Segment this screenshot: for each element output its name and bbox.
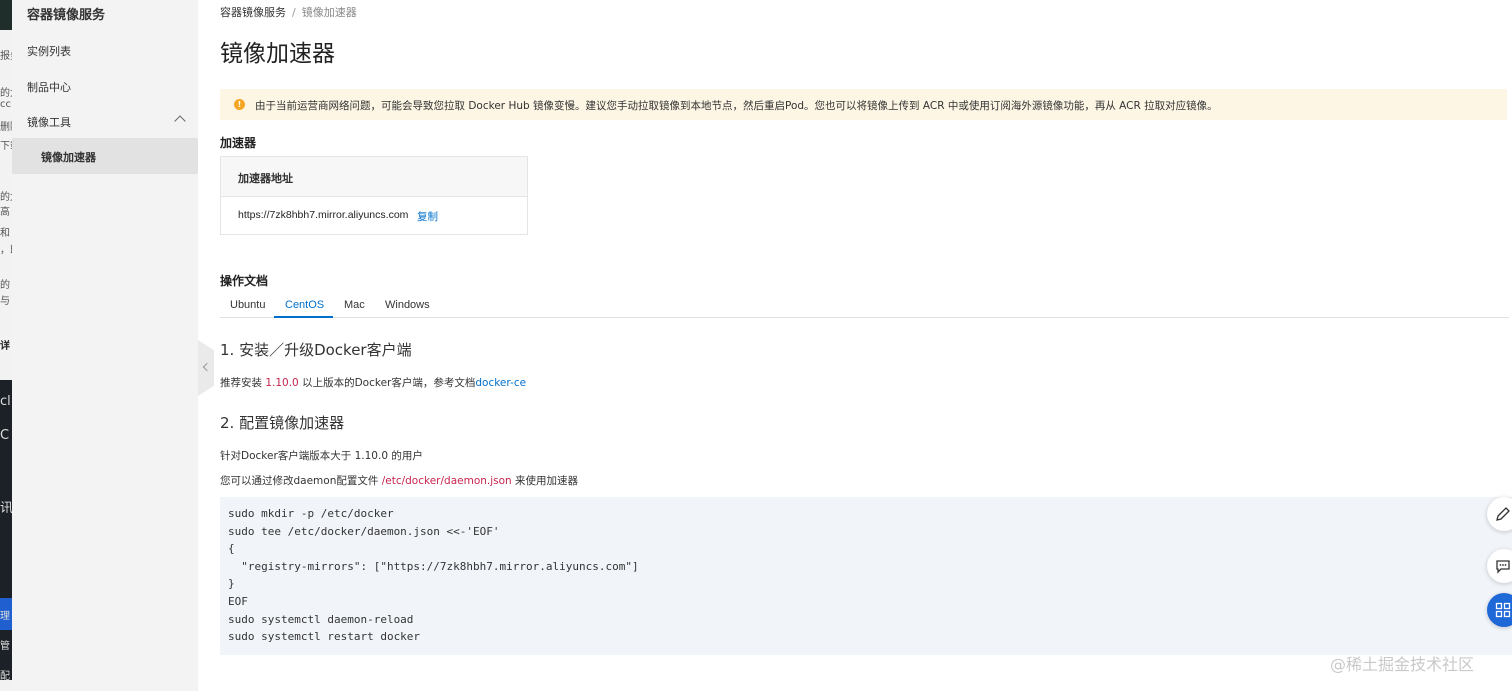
- sidebar-item-label: 镜像加速器: [41, 151, 96, 164]
- edge-fragment: 讯: [0, 501, 12, 516]
- code-line: sudo tee /etc/docker/daemon.json <<-'EOF…: [228, 525, 500, 538]
- edge-fragment: 与: [0, 296, 10, 307]
- warning-icon: !: [234, 99, 245, 110]
- accelerator-section-title: 加速器: [220, 136, 257, 150]
- step2-line2: 您可以通过修改daemon配置文件 /etc/docker/daemon.jso…: [220, 473, 578, 488]
- code-line: sudo mkdir -p /etc/docker: [228, 507, 394, 520]
- edge-fragment: 管: [0, 641, 10, 652]
- edge-fragment: 详: [0, 341, 10, 352]
- code-line: "registry-mirrors": ["https://7zk8hbh7.m…: [228, 560, 639, 573]
- code-line: {: [228, 542, 235, 555]
- copy-button[interactable]: 复制: [417, 209, 438, 224]
- docker-ce-link[interactable]: docker-ce: [475, 377, 526, 389]
- edge-fragment: ，既: [0, 245, 12, 256]
- step2-line2-after: 来使用加速器: [511, 475, 579, 487]
- code-line: sudo systemctl restart docker: [228, 630, 421, 643]
- warning-notice: ! 由于当前运营商网络问题，可能会导致您拉取 Docker Hub 镜像变慢。建…: [220, 89, 1507, 120]
- sidebar: 容器镜像服务 实例列表 制品中心 镜像工具 镜像加速器: [12, 0, 198, 691]
- edge-fragment: 配: [0, 671, 10, 682]
- app-root: 报务 的大 cc 删除 下载 的大 高 和 ，既 的 与 详 cl C 讯 理 …: [0, 0, 1512, 691]
- tab-mac[interactable]: Mac: [344, 299, 365, 311]
- edge-fragment: 和: [0, 228, 10, 239]
- edge-fragment: 的大: [0, 192, 12, 203]
- edge-fragment: 删除: [0, 122, 12, 133]
- watermark: @稀土掘金技术社区: [1330, 655, 1475, 674]
- edge-fragment: 报务: [0, 51, 12, 62]
- step1-heading: 1. 安装／升级Docker客户端: [220, 341, 412, 359]
- edge-band-dark: [0, 0, 12, 30]
- edge-fragment: 理: [0, 611, 10, 622]
- breadcrumb: 容器镜像服务 / 镜像加速器: [220, 4, 357, 20]
- code-line: EOF: [228, 595, 248, 608]
- breadcrumb-separator: /: [292, 6, 296, 19]
- tab-centos[interactable]: CentOS: [285, 299, 324, 311]
- config-path: /etc/docker/daemon.json: [381, 475, 512, 487]
- edge-band-dark: [0, 380, 12, 680]
- column-header-address: 加速器地址: [238, 172, 293, 185]
- step2-line1: 针对Docker客户端版本大于 1.10.0 的用户: [220, 450, 423, 462]
- sidebar-item-instances[interactable]: 实例列表: [27, 43, 71, 59]
- apps-icon: [1495, 602, 1511, 618]
- sidebar-title: 容器镜像服务: [27, 8, 106, 23]
- notice-text: 由于当前运营商网络问题，可能会导致您拉取 Docker Hub 镜像变慢。建议您…: [255, 100, 1218, 112]
- table-row: https://7zk8hbh7.mirror.aliyuncs.com 复制: [221, 197, 527, 234]
- edge-fragment: 下载: [0, 141, 12, 152]
- code-line: sudo systemctl daemon-reload: [228, 613, 414, 626]
- step2-line2-before: 您可以通过修改daemon配置文件: [220, 475, 382, 487]
- chevron-left-icon: [202, 362, 212, 372]
- chevron-up-icon: [174, 115, 186, 127]
- edge-fragment: 的: [0, 280, 10, 291]
- sidebar-group-label: 镜像工具: [27, 116, 71, 129]
- edge-fragment: cc: [0, 99, 11, 110]
- sidebar-item-artifact-center[interactable]: 制品中心: [27, 79, 71, 95]
- os-tabs: Ubuntu CentOS Mac Windows: [220, 294, 1509, 318]
- active-tab-indicator: [274, 316, 333, 318]
- accelerator-url: https://7zk8hbh7.mirror.aliyuncs.com: [238, 209, 409, 221]
- version-highlight: 1.10.0: [265, 377, 299, 389]
- sidebar-group-image-tools[interactable]: 镜像工具: [12, 110, 198, 132]
- breadcrumb-root[interactable]: 容器镜像服务: [220, 6, 286, 19]
- edge-fragment: 高: [0, 207, 10, 218]
- edit-icon: [1496, 507, 1510, 521]
- edge-fragment: cl: [0, 394, 11, 409]
- breadcrumb-current: 镜像加速器: [301, 6, 357, 19]
- edge-fragment: C: [0, 428, 10, 443]
- sidebar-collapse-handle[interactable]: [198, 340, 214, 396]
- step1-text: 推荐安装 1.10.0 以上版本的Docker客户端，参考文档docker-ce: [220, 375, 526, 390]
- tab-ubuntu[interactable]: Ubuntu: [230, 299, 265, 311]
- table-header: 加速器地址: [221, 157, 527, 197]
- docs-section-title: 操作文档: [220, 274, 269, 288]
- code-block[interactable]: sudo mkdir -p /etc/docker sudo tee /etc/…: [220, 497, 1512, 655]
- edge-fragment: 的大: [0, 88, 12, 99]
- sidebar-item-image-accelerator[interactable]: 镜像加速器: [12, 138, 198, 174]
- background-page-edge: 报务 的大 cc 删除 下载 的大 高 和 ，既 的 与 详 cl C 讯 理 …: [0, 0, 12, 691]
- step1-text-before: 推荐安装: [220, 377, 266, 389]
- tab-windows[interactable]: Windows: [385, 299, 430, 311]
- code-line: }: [228, 577, 235, 590]
- step1-text-after: 以上版本的Docker客户端，参考文档: [298, 377, 476, 389]
- accelerator-table: 加速器地址 https://7zk8hbh7.mirror.aliyuncs.c…: [220, 156, 528, 235]
- page-title: 镜像加速器: [220, 41, 335, 67]
- feedback-icon: [1496, 560, 1510, 574]
- step2-heading: 2. 配置镜像加速器: [220, 414, 345, 432]
